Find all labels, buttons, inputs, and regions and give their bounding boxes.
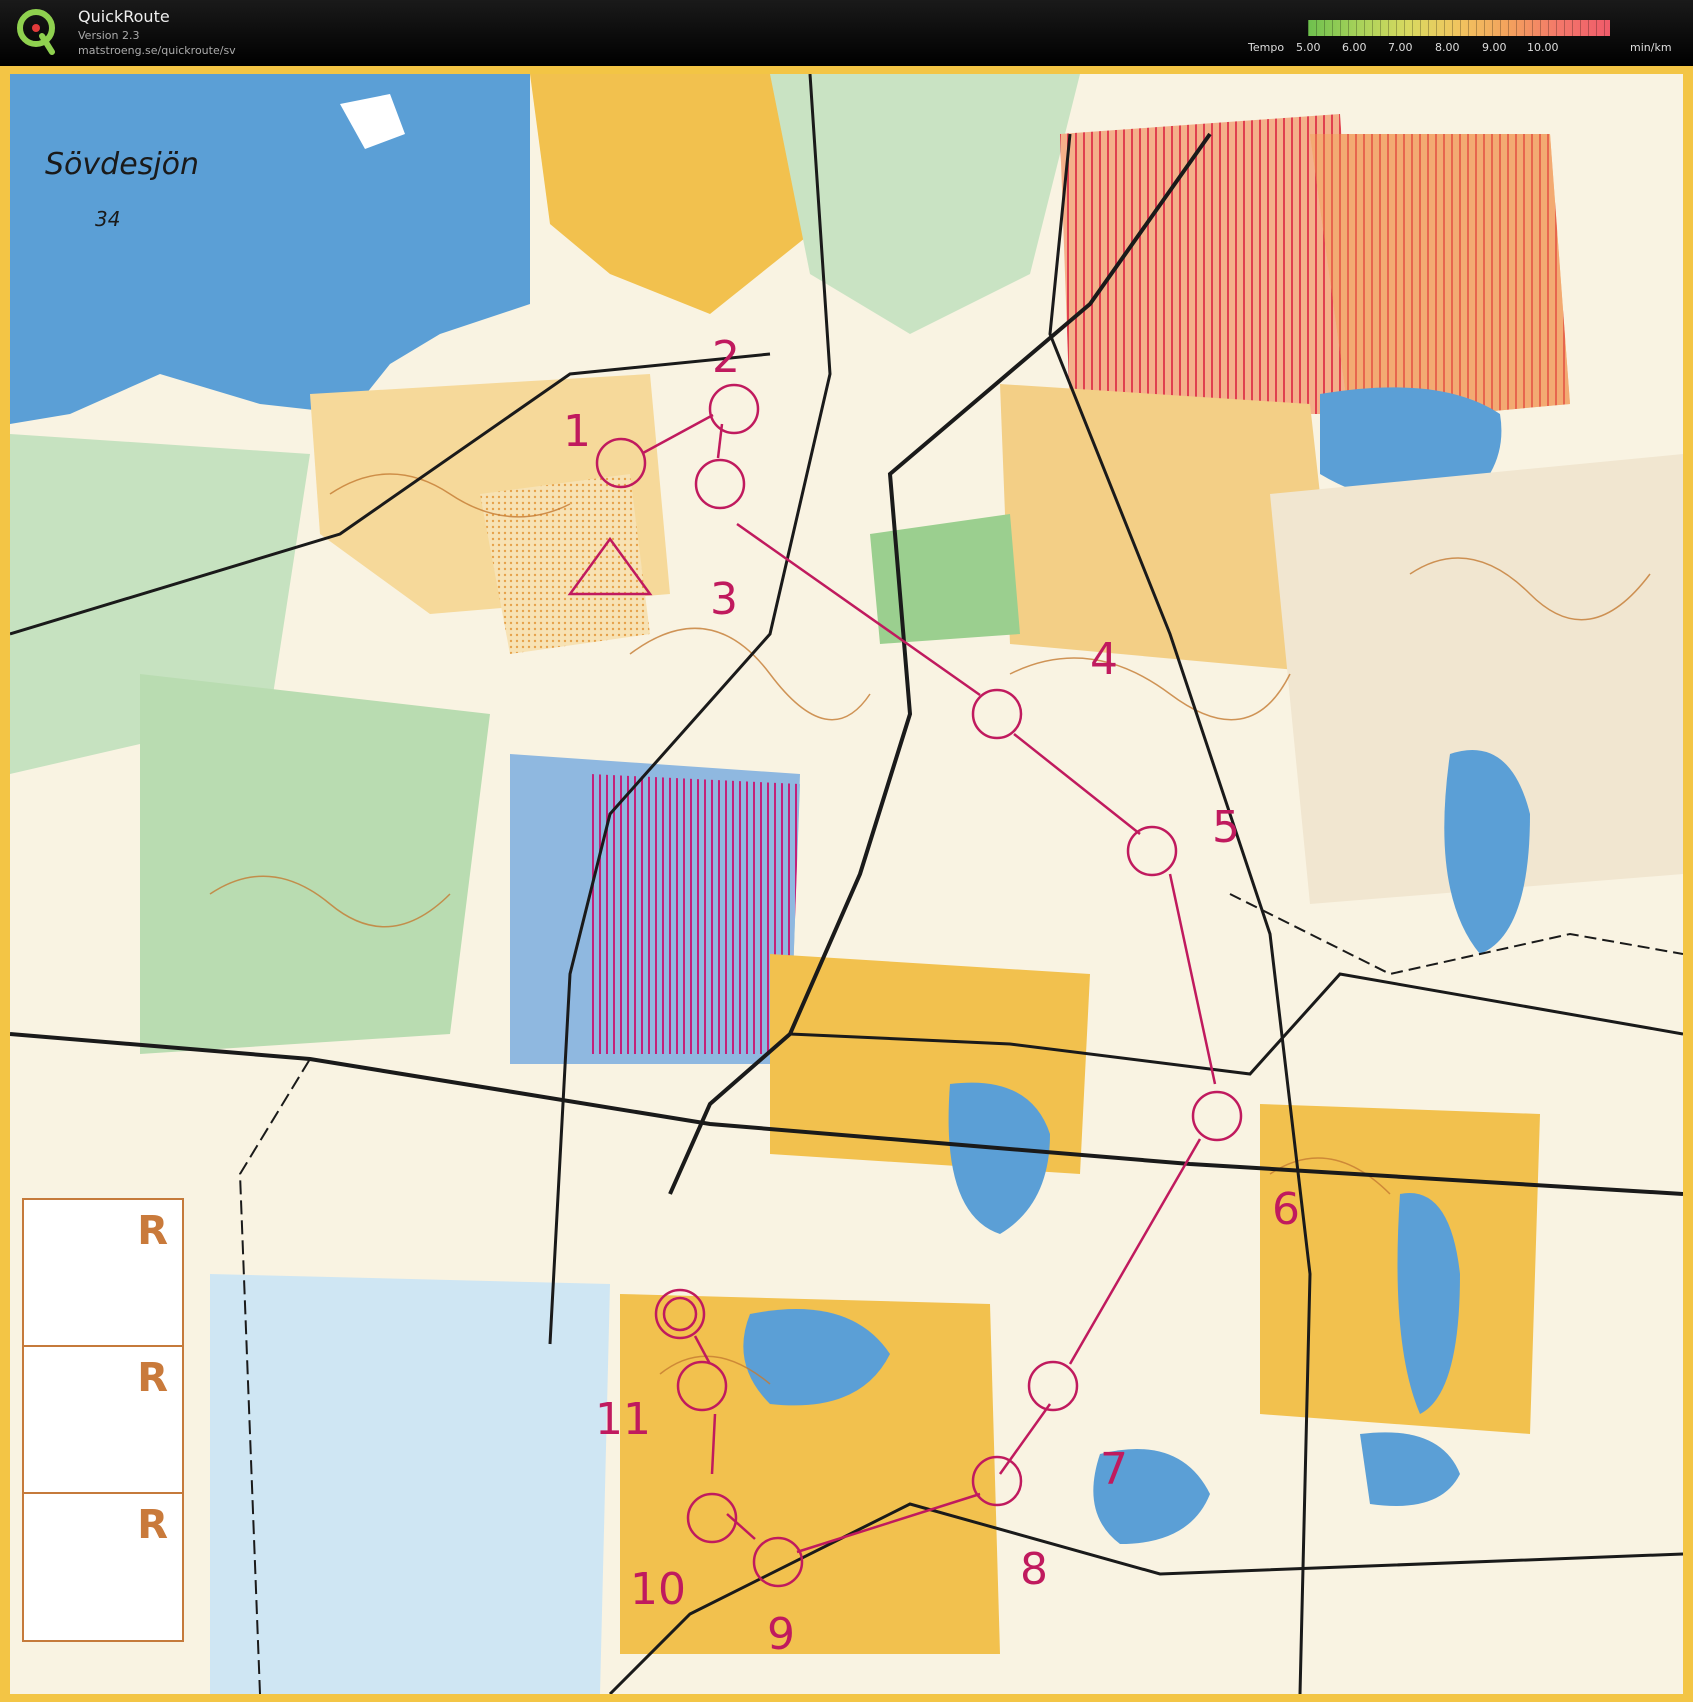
legend-tick: 9.00 xyxy=(1482,41,1507,54)
control-number-3: 3 xyxy=(710,574,738,625)
control-number-7: 7 xyxy=(1100,1444,1128,1495)
legend-tick: 6.00 xyxy=(1342,41,1367,54)
map-canvas[interactable]: Sövdesjön 34 1 2 3 4 5 6 7 8 9 10 11 xyxy=(10,74,1683,1694)
app-url: matstroeng.se/quickroute/sv xyxy=(78,44,236,57)
tempo-color-bar xyxy=(1308,20,1610,36)
restricted-box: R R R xyxy=(22,1198,184,1642)
r-cell: R xyxy=(24,1200,182,1347)
control-number-6: 6 xyxy=(1272,1184,1300,1235)
control-number-10: 10 xyxy=(630,1564,686,1615)
control-number-1: 1 xyxy=(563,406,591,457)
control-number-5: 5 xyxy=(1212,802,1240,853)
orienteering-map[interactable]: Sövdesjön 34 1 2 3 4 5 6 7 8 9 10 11 R R… xyxy=(10,74,1683,1694)
r-label: R xyxy=(137,1355,168,1401)
r-cell: R xyxy=(24,1347,182,1494)
control-number-9: 9 xyxy=(767,1609,795,1660)
lake-name-label: Sövdesjön xyxy=(45,147,199,182)
legend-tick: 7.00 xyxy=(1388,41,1413,54)
legend-label: Tempo xyxy=(1248,41,1285,54)
lake-elevation-label: 34 xyxy=(95,207,120,231)
app-version: Version 2.3 xyxy=(78,29,140,42)
r-label: R xyxy=(137,1208,168,1254)
legend-tick: 10.00 xyxy=(1527,41,1559,54)
legend-unit: min/km xyxy=(1630,41,1672,54)
app-header: QuickRoute Version 2.3 matstroeng.se/qui… xyxy=(0,0,1693,66)
control-number-2: 2 xyxy=(712,332,740,383)
legend-tick: 5.00 xyxy=(1296,41,1321,54)
r-cell: R xyxy=(24,1494,182,1639)
app-title: QuickRoute xyxy=(78,7,170,26)
quickroute-logo xyxy=(17,9,55,55)
control-number-11: 11 xyxy=(595,1394,651,1445)
r-label: R xyxy=(137,1502,168,1548)
control-number-8: 8 xyxy=(1020,1544,1048,1595)
control-number-4: 4 xyxy=(1090,634,1118,685)
legend-tick: 8.00 xyxy=(1435,41,1460,54)
